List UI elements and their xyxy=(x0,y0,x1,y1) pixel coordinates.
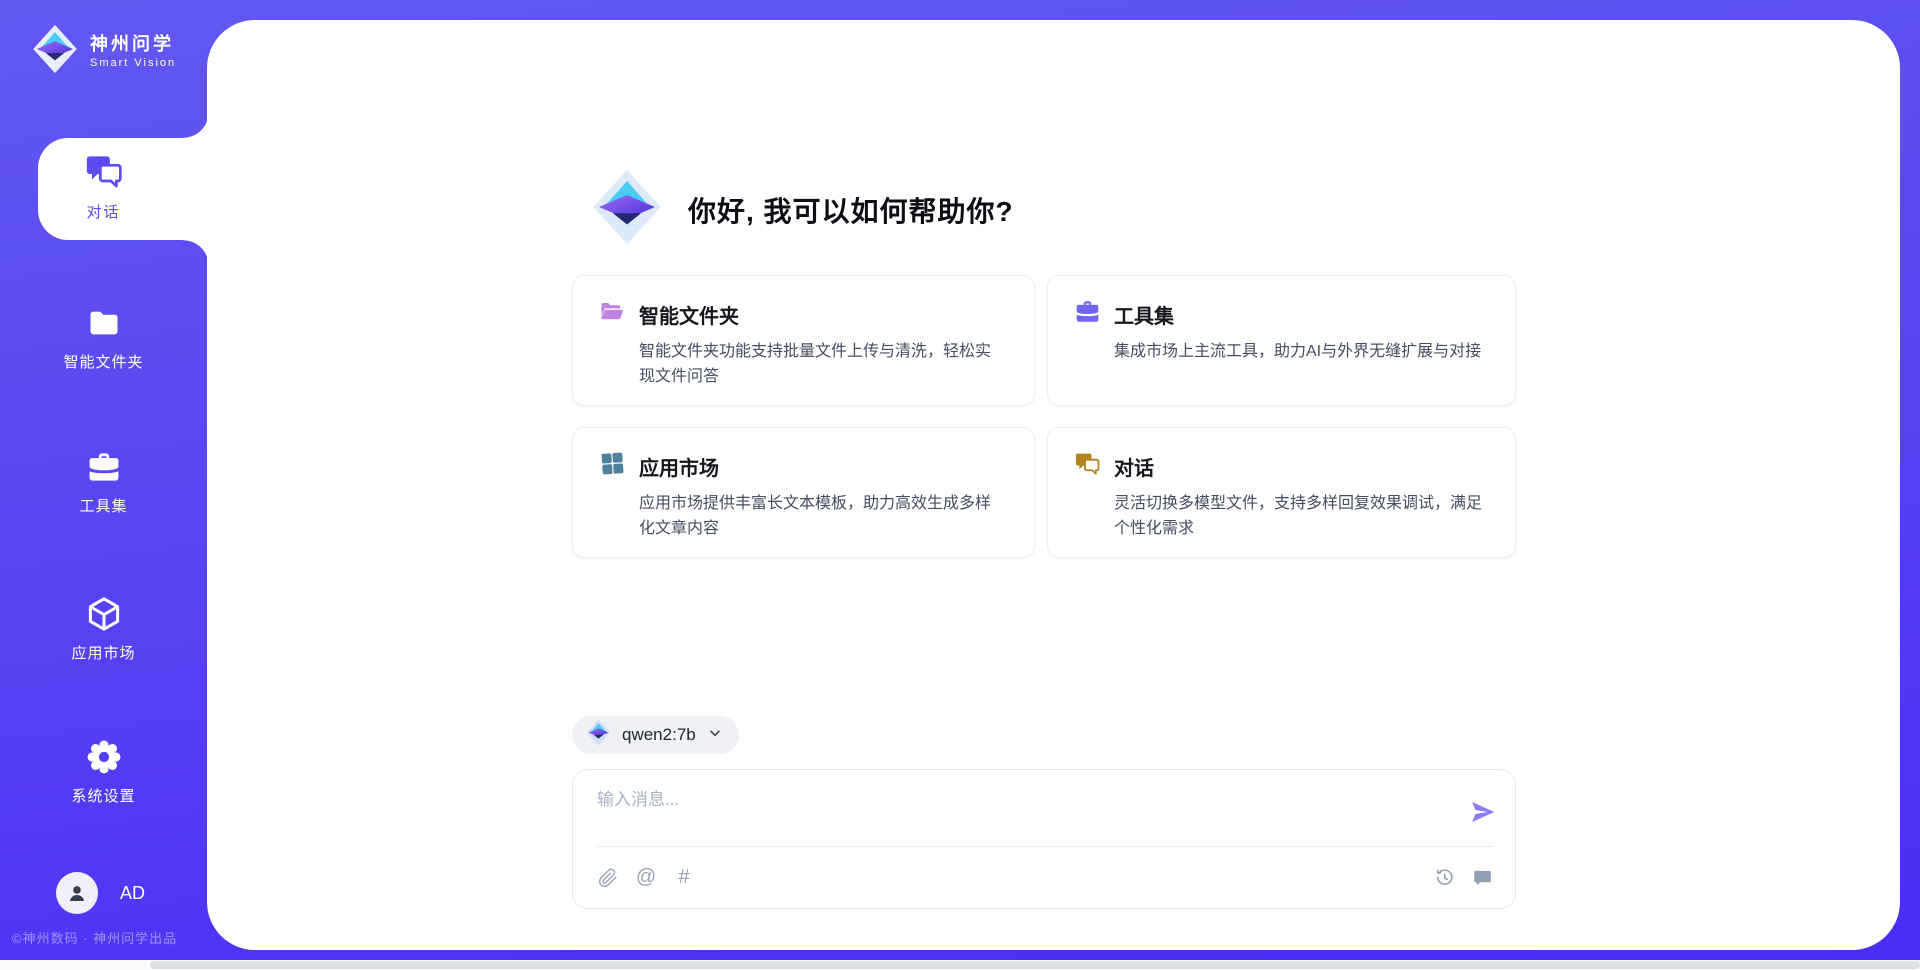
main-panel: 你好, 我可以如何帮助你? 智能文件夹 智能文件夹功能支持批量文件上传与清洗，轻… xyxy=(207,20,1900,950)
model-selector[interactable]: qwen2:7b xyxy=(572,716,739,754)
card-chat[interactable]: 对话 灵活切换多模型文件，支持多样回复效果调试，满足个性化需求 xyxy=(1047,427,1516,558)
card-app-market[interactable]: 应用市场 应用市场提供丰富长文本模板，助力高效生成多样化文章内容 xyxy=(572,427,1035,558)
sidebar-item-toolset[interactable]: 工具集 xyxy=(0,448,207,516)
history-icon[interactable] xyxy=(1433,867,1455,889)
diamond-logo-icon xyxy=(30,24,80,79)
send-icon[interactable] xyxy=(1469,798,1497,826)
brand-name: 神州问学 xyxy=(90,34,176,55)
card-description: 智能文件夹功能支持批量文件上传与清洗，轻松实现文件问答 xyxy=(639,340,1008,390)
sidebar-item-app-market[interactable]: 应用市场 xyxy=(0,595,207,663)
horizontal-scrollbar[interactable] xyxy=(0,960,1920,970)
card-description: 应用市场提供丰富长文本模板，助力高效生成多样化文章内容 xyxy=(639,492,1008,542)
card-toolset[interactable]: 工具集 集成市场上主流工具，助力AI与外界无缝扩展与对接 xyxy=(1047,275,1516,406)
card-title: 智能文件夹 xyxy=(639,300,739,329)
model-name: qwen2:7b xyxy=(622,725,696,745)
copyright-text: ©神州数码 · 神州问学出品 xyxy=(12,928,177,947)
greeting: 你好, 我可以如何帮助你? xyxy=(592,166,1014,253)
grid-icon xyxy=(599,450,626,482)
user-initials: AD xyxy=(120,883,145,904)
cube-icon xyxy=(85,595,123,633)
sidebar-item-label: 工具集 xyxy=(79,495,127,516)
chat-bubble-icon[interactable] xyxy=(1471,867,1493,889)
gear-icon xyxy=(85,738,123,776)
sidebar-item-settings[interactable]: 系统设置 xyxy=(0,738,207,806)
sidebar: 神州问学 Smart Vision 对话 智能文件夹 xyxy=(0,0,207,960)
card-smart-folder[interactable]: 智能文件夹 智能文件夹功能支持批量文件上传与清洗，轻松实现文件问答 xyxy=(572,275,1035,406)
card-description: 集成市场上主流工具，助力AI与外界无缝扩展与对接 xyxy=(1114,340,1489,365)
mention-icon[interactable]: @ xyxy=(635,867,657,889)
paperclip-icon[interactable] xyxy=(597,867,619,889)
diamond-logo-icon xyxy=(592,166,662,253)
card-description: 灵活切换多模型文件，支持多样回复效果调试，满足个性化需求 xyxy=(1114,492,1489,542)
folder-icon xyxy=(85,304,123,342)
sidebar-item-label: 系统设置 xyxy=(71,785,135,806)
user-account[interactable]: AD xyxy=(56,872,145,914)
sidebar-item-label: 智能文件夹 xyxy=(63,351,143,372)
card-title: 对话 xyxy=(1114,452,1154,481)
avatar xyxy=(56,872,98,914)
message-input[interactable] xyxy=(597,785,1457,841)
chat-icon xyxy=(1074,450,1101,482)
hash-icon[interactable]: # xyxy=(673,867,695,889)
card-title: 工具集 xyxy=(1114,300,1174,329)
brand-subtitle: Smart Vision xyxy=(90,57,176,69)
brand-logo: 神州问学 Smart Vision xyxy=(30,24,176,79)
scrollbar-thumb[interactable] xyxy=(150,961,1920,969)
diamond-logo-icon xyxy=(586,719,611,751)
sidebar-item-label: 对话 xyxy=(86,201,120,222)
toolbox-icon xyxy=(85,448,123,486)
composer-toolbar: @ # xyxy=(597,847,1493,908)
message-composer: @ # xyxy=(572,769,1516,909)
folder-open-icon xyxy=(599,298,626,330)
feature-cards: 智能文件夹 智能文件夹功能支持批量文件上传与清洗，轻松实现文件问答 工具集 集成… xyxy=(572,275,1516,558)
sidebar-item-label: 应用市场 xyxy=(71,642,135,663)
sidebar-item-smart-folder[interactable]: 智能文件夹 xyxy=(0,304,207,372)
greeting-text: 你好, 我可以如何帮助你? xyxy=(688,190,1014,230)
sidebar-item-chat[interactable]: 对话 xyxy=(0,150,207,222)
chat-icon xyxy=(83,150,125,192)
chevron-down-icon xyxy=(707,725,723,746)
card-title: 应用市场 xyxy=(639,452,719,481)
toolbox-icon xyxy=(1074,298,1101,330)
